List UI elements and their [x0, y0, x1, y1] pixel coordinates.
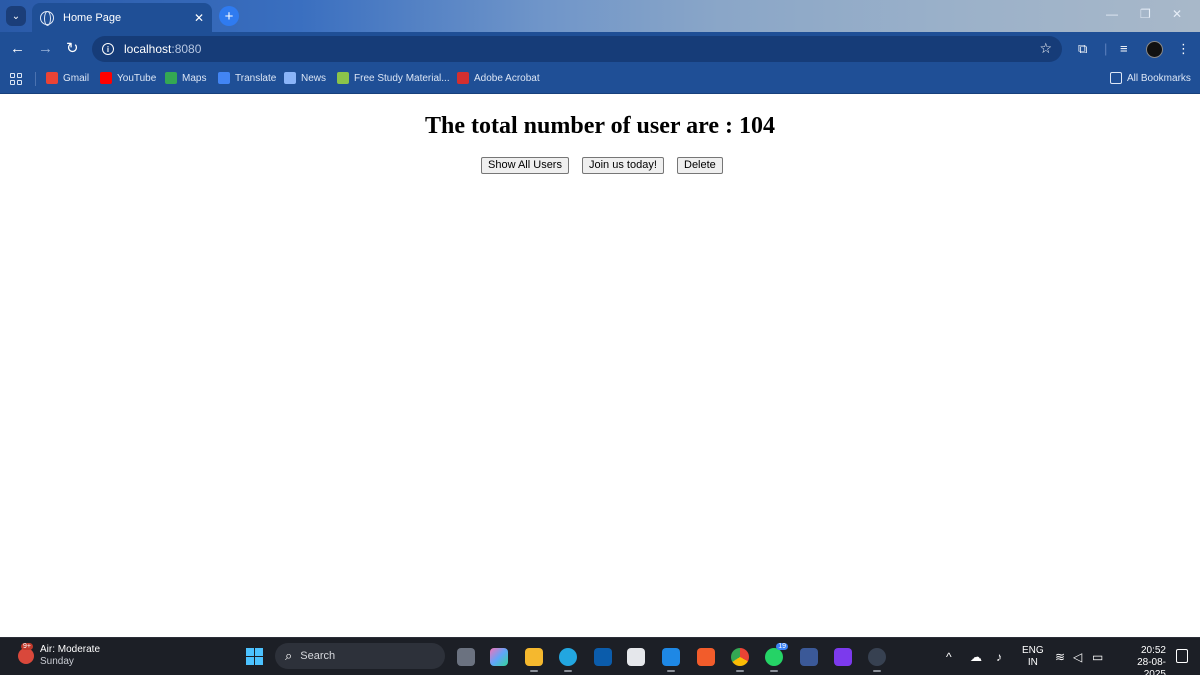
bookmark-label: Free Study Material...	[354, 72, 450, 84]
bookmark-gmail[interactable]: Gmail	[46, 72, 89, 84]
whatsapp-badge: 19	[776, 643, 788, 650]
bookmark-label: Translate	[235, 72, 277, 84]
browser-toolbar: ← → ↻ i localhost:8080 ☆ ⧉ | ≡ ⋮	[0, 32, 1200, 66]
weather-day: Sunday	[40, 656, 74, 667]
acrobat-icon	[457, 72, 469, 84]
star-icon[interactable]: ☆	[1039, 40, 1052, 57]
study-icon	[337, 72, 349, 84]
chrome-icon[interactable]	[731, 648, 749, 672]
page-content: The total number of user are : 104 Show …	[0, 95, 1200, 637]
system-clock[interactable]: 20:52 28-08-2025	[1116, 645, 1166, 675]
bookmark-label: Gmail	[63, 72, 90, 84]
maps-icon	[165, 72, 177, 84]
all-bookmarks-label: All Bookmarks	[1127, 72, 1191, 84]
address-bar[interactable]: i localhost:8080 ☆	[92, 36, 1062, 62]
app-icon[interactable]	[800, 648, 818, 666]
info-icon[interactable]: i	[102, 43, 114, 55]
weather-status: Air: Moderate	[40, 644, 101, 655]
notification-icon[interactable]	[1176, 649, 1188, 663]
chevron-up-icon[interactable]: ^	[946, 650, 952, 664]
globe-icon	[40, 10, 54, 26]
taskbar-search[interactable]: ⌕ Search	[275, 643, 445, 669]
close-tab-icon[interactable]: ✕	[194, 11, 204, 25]
bookmark-free-study-material[interactable]: Free Study Material...	[337, 72, 450, 84]
windows-taskbar: 9+ Air: Moderate Sunday ⌕ Search 19 ^ ☁ …	[0, 637, 1200, 675]
tab-search-icon[interactable]: ⌄	[6, 6, 26, 26]
toolbar-divider: |	[1104, 41, 1108, 56]
tab-home-page[interactable]: Home Page ✕	[32, 3, 212, 32]
cloud-icon[interactable]: ☁	[970, 650, 982, 664]
bookmark-label: Maps	[182, 72, 207, 84]
task-view-icon[interactable]	[457, 648, 475, 666]
battery-icon[interactable]: ▭	[1092, 650, 1103, 664]
language-indicator[interactable]: ENG IN	[1022, 645, 1044, 669]
join-us-button[interactable]: Join us today!	[582, 157, 664, 174]
search-label: Search	[300, 650, 336, 662]
dell-icon[interactable]	[594, 648, 612, 666]
bookmark-label: YouTube	[117, 72, 157, 84]
menu-icon[interactable]: ⋮	[1177, 41, 1190, 57]
brave-icon[interactable]	[697, 648, 715, 666]
bookmark-label: News	[301, 72, 327, 84]
microphone-icon[interactable]: ♪	[996, 650, 1002, 664]
clock-date: 28-08-2025	[1137, 657, 1166, 675]
url-port: :8080	[171, 42, 202, 56]
new-tab-button[interactable]: +	[219, 6, 239, 26]
restore-icon[interactable]: ❐	[1140, 7, 1151, 21]
show-all-users-button[interactable]: Show All Users	[481, 157, 569, 174]
media-icon[interactable]: ≡	[1120, 41, 1128, 56]
page-title: The total number of user are : 104	[425, 113, 775, 139]
apps-icon[interactable]	[10, 73, 22, 85]
file-explorer-icon[interactable]	[525, 648, 543, 672]
clipchamp-icon[interactable]	[834, 648, 852, 666]
bookmark-news[interactable]: News	[284, 72, 326, 84]
clock-time: 20:52	[1140, 645, 1166, 656]
search-icon: ⌕	[285, 648, 293, 663]
news-icon	[284, 72, 296, 84]
back-icon[interactable]: ←	[10, 40, 25, 58]
bookmark-adobe-acrobat[interactable]: Adobe Acrobat	[457, 72, 540, 84]
all-bookmarks[interactable]: All Bookmarks	[1110, 72, 1191, 84]
region-code: IN	[1027, 657, 1038, 668]
delete-button[interactable]: Delete	[677, 157, 723, 174]
vscode-icon[interactable]	[662, 648, 680, 672]
volume-icon[interactable]: ◁	[1073, 650, 1082, 664]
language-code: ENG	[1022, 645, 1044, 656]
store-icon[interactable]	[627, 648, 645, 666]
bookmark-translate[interactable]: Translate	[218, 72, 276, 84]
reload-icon[interactable]: ↻	[66, 40, 79, 58]
bookmark-label: Adobe Acrobat	[474, 72, 540, 84]
weather-widget[interactable]: 9+ Air: Moderate Sunday	[18, 643, 101, 668]
edge-icon[interactable]	[559, 648, 577, 672]
tab-title: Home Page	[63, 11, 122, 24]
copilot-icon[interactable]	[490, 648, 508, 666]
profile-avatar[interactable]	[1146, 41, 1163, 58]
weather-icon: 9+	[18, 643, 34, 664]
obs-icon[interactable]	[868, 648, 886, 672]
browser-tab-strip: ⌄ Home Page ✕ + — ❐ ✕	[0, 0, 1200, 32]
folder-icon	[1110, 72, 1122, 84]
translate-icon	[218, 72, 230, 84]
extensions-icon[interactable]: ⧉	[1078, 41, 1087, 57]
youtube-icon	[100, 72, 112, 84]
forward-icon[interactable]: →	[38, 40, 53, 58]
gmail-icon	[46, 72, 58, 84]
whatsapp-icon[interactable]: 19	[765, 643, 788, 672]
bookmark-youtube[interactable]: YouTube	[100, 72, 156, 84]
wifi-icon[interactable]: ≋	[1055, 650, 1065, 664]
bookmark-maps[interactable]: Maps	[165, 72, 206, 84]
url-host: localhost	[124, 42, 172, 56]
minimize-icon[interactable]: —	[1106, 7, 1118, 21]
start-icon[interactable]	[246, 648, 263, 665]
close-window-icon[interactable]: ✕	[1172, 7, 1182, 21]
bookmarks-divider	[35, 72, 36, 86]
weather-badge: 9+	[21, 643, 33, 650]
